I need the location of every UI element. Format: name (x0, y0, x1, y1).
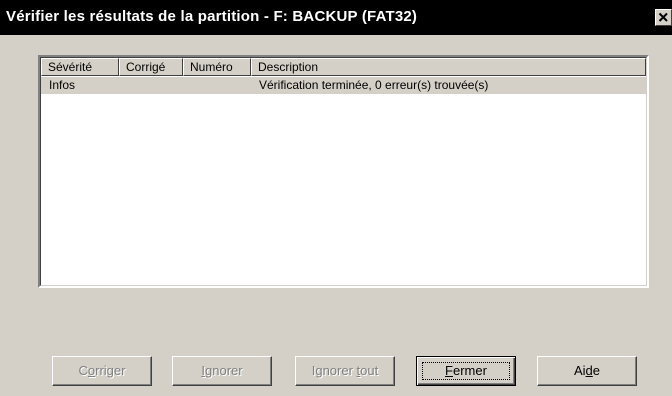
help-button[interactable]: Aide (537, 356, 637, 386)
close-icon (658, 12, 668, 22)
list-header: Sévérité Corrigé Numéro Description (41, 58, 646, 76)
help-button-label: Aide (573, 363, 601, 378)
results-list[interactable]: Sévérité Corrigé Numéro Description Info… (38, 55, 649, 288)
row-severity: Infos (49, 78, 76, 92)
ignore-all-button[interactable]: Ignorer tout (295, 356, 395, 386)
title-bar: Vérifier les résultats de la partition -… (0, 0, 672, 35)
fix-button-label: Corriger (78, 363, 126, 378)
column-header-number[interactable]: Numéro (183, 58, 251, 76)
list-item[interactable]: Infos Vérification terminée, 0 erreur(s)… (41, 77, 646, 94)
ignore-button-label: Ignorer (201, 363, 243, 378)
close-dialog-button[interactable]: Fermer (416, 356, 516, 386)
row-description: Vérification terminée, 0 erreur(s) trouv… (259, 78, 489, 92)
results-list-frame: Sévérité Corrigé Numéro Description Info… (40, 57, 647, 286)
close-dialog-button-label: Fermer (445, 363, 487, 378)
fix-button[interactable]: Corriger (52, 356, 152, 386)
ignore-all-button-label: Ignorer tout (311, 363, 379, 378)
column-header-severity[interactable]: Sévérité (41, 58, 119, 76)
column-header-fixed[interactable]: Corrigé (119, 58, 183, 76)
ignore-button[interactable]: Ignorer (172, 356, 272, 386)
close-button[interactable] (655, 9, 672, 26)
check-results-dialog: Vérifier les résultats de la partition -… (0, 0, 672, 396)
window-title: Vérifier les résultats de la partition -… (6, 8, 418, 25)
column-header-description[interactable]: Description (251, 58, 646, 76)
